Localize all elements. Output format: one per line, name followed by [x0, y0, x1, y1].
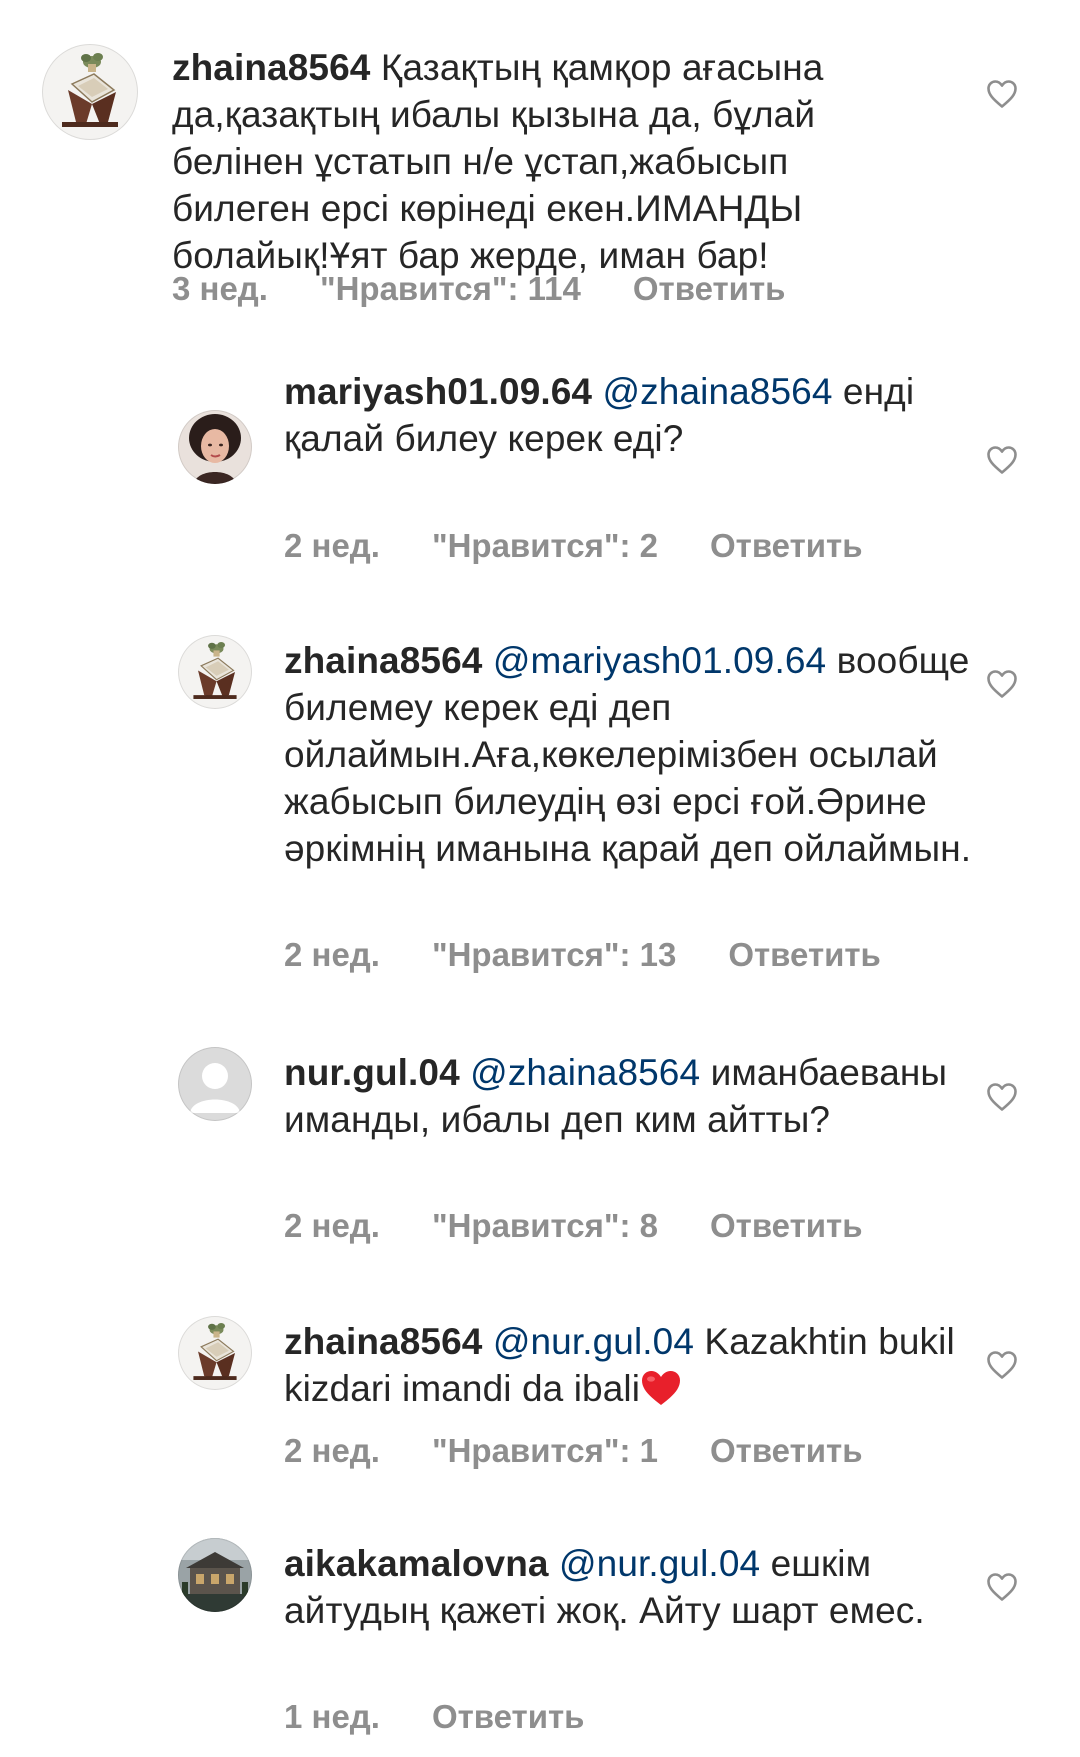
- reply-button[interactable]: Ответить: [633, 269, 786, 309]
- comment-body: zhaina8564 Қазақтың қамқор ағасына да,қа…: [172, 44, 932, 279]
- comment-username[interactable]: zhaina8564: [172, 47, 370, 88]
- comment-time: 2 нед.: [284, 1207, 380, 1244]
- reply-button[interactable]: Ответить: [710, 1431, 863, 1471]
- red-heart-emoji: [642, 1371, 681, 1405]
- quran-stand-avatar[interactable]: [178, 1316, 252, 1390]
- reply-button[interactable]: Ответить: [432, 1697, 585, 1737]
- like-heart-icon[interactable]: [986, 445, 1018, 475]
- comment-likes[interactable]: "Нравится": 2: [432, 526, 658, 566]
- comment-body: nur.gul.04 @zhaina8564 иманбаеваны иманд…: [284, 1049, 974, 1143]
- like-heart-icon[interactable]: [986, 1350, 1018, 1380]
- comment-time: 2 нед.: [284, 527, 380, 564]
- comment-body: zhaina8564 @mariyash01.09.64 вообще биле…: [284, 637, 974, 872]
- comment-body: mariyash01.09.64 @zhaina8564 енді қалай …: [284, 368, 974, 462]
- comment-meta: 2 нед. "Нравится": 2 Ответить: [284, 526, 863, 566]
- comment-username[interactable]: aikakamalovna: [284, 1543, 549, 1584]
- woman-portrait-avatar[interactable]: [178, 410, 252, 484]
- like-heart-icon[interactable]: [986, 79, 1018, 109]
- comment-time: 3 нед.: [172, 270, 268, 307]
- comment-mention[interactable]: @nur.gul.04: [493, 1321, 694, 1362]
- like-heart-icon[interactable]: [986, 1082, 1018, 1112]
- comment-mention[interactable]: @zhaina8564: [470, 1052, 700, 1093]
- reply-button[interactable]: Ответить: [728, 935, 881, 975]
- reply-button[interactable]: Ответить: [710, 526, 863, 566]
- comment-mention[interactable]: @zhaina8564: [603, 371, 833, 412]
- comment-body: zhaina8564 @nur.gul.04 Kazakhtin bukil k…: [284, 1318, 974, 1412]
- comment-username[interactable]: zhaina8564: [284, 1321, 482, 1362]
- comment-likes[interactable]: "Нравится": 1: [432, 1431, 658, 1471]
- comment-likes[interactable]: "Нравится": 114: [320, 269, 581, 309]
- quran-stand-avatar[interactable]: [178, 635, 252, 709]
- default-user-avatar[interactable]: [178, 1047, 252, 1121]
- quran-stand-avatar[interactable]: [42, 44, 138, 140]
- reply-button[interactable]: Ответить: [710, 1206, 863, 1246]
- comment-mention[interactable]: @mariyash01.09.64: [493, 640, 826, 681]
- comment-meta: 2 нед. "Нравится": 1 Ответить: [284, 1431, 863, 1471]
- comment-mention[interactable]: @nur.gul.04: [559, 1543, 760, 1584]
- comment-time: 2 нед.: [284, 936, 380, 973]
- like-heart-icon[interactable]: [986, 669, 1018, 699]
- comment-meta: 2 нед. "Нравится": 13 Ответить: [284, 935, 881, 975]
- comment-time: 2 нед.: [284, 1432, 380, 1469]
- comment-meta: 3 нед. "Нравится": 114 Ответить: [172, 269, 785, 309]
- comment-meta: 1 нед. Ответить: [284, 1697, 584, 1737]
- comment-meta: 2 нед. "Нравится": 8 Ответить: [284, 1206, 863, 1246]
- comment-likes[interactable]: "Нравится": 13: [432, 935, 676, 975]
- comment-username[interactable]: nur.gul.04: [284, 1052, 460, 1093]
- comment-username[interactable]: mariyash01.09.64: [284, 371, 592, 412]
- comment-time: 1 нед.: [284, 1698, 380, 1735]
- building-photo-avatar[interactable]: [178, 1538, 252, 1612]
- like-heart-icon[interactable]: [986, 1572, 1018, 1602]
- comment-body: aikakamalovna @nur.gul.04 ешкім айтудың …: [284, 1540, 974, 1634]
- comment-username[interactable]: zhaina8564: [284, 640, 482, 681]
- comment-likes[interactable]: "Нравится": 8: [432, 1206, 658, 1246]
